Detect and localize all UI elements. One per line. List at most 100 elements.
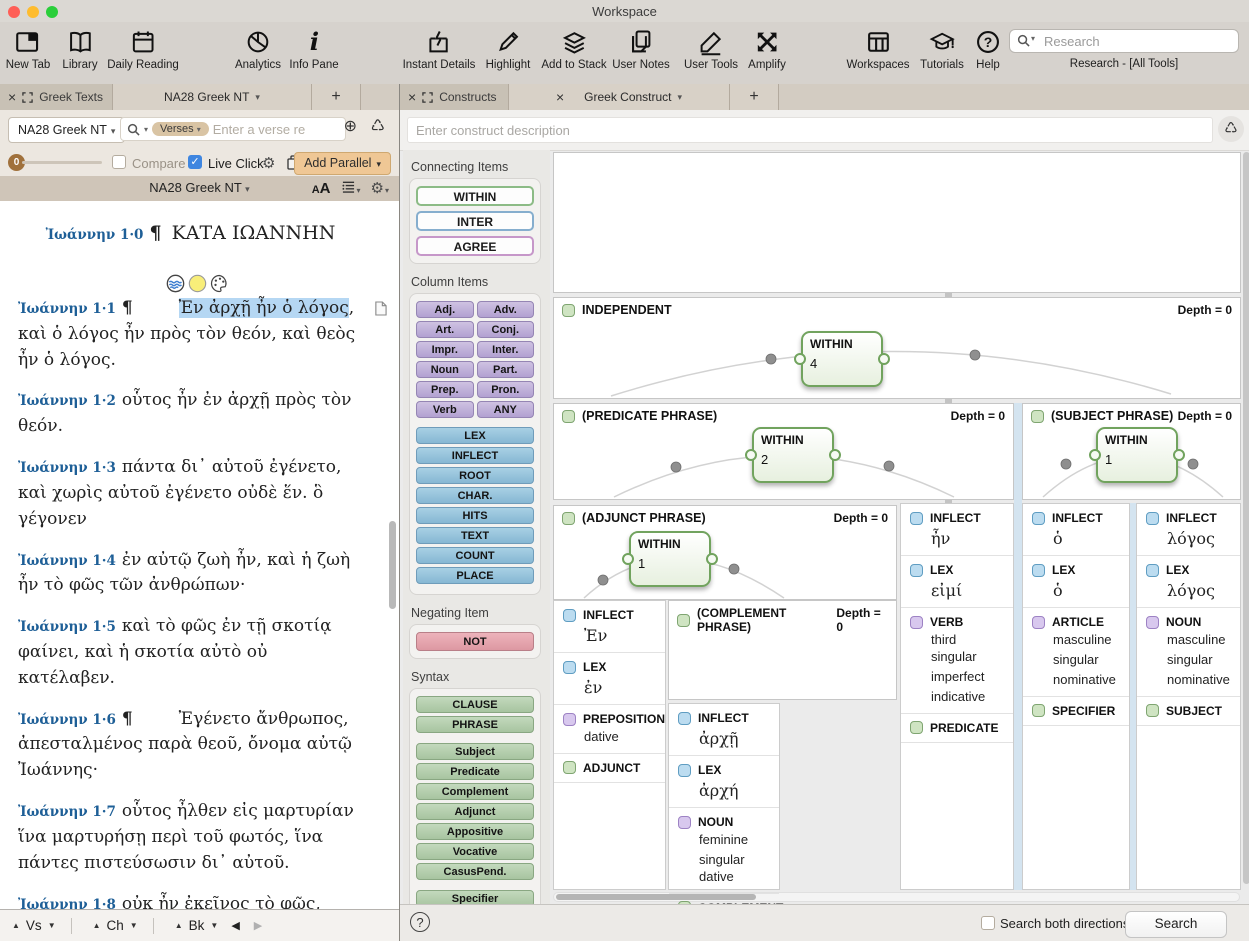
verse-ref[interactable]: Ἰωάννην 1·0 xyxy=(46,227,144,243)
compare-checkbox[interactable] xyxy=(112,155,126,169)
nav-verse-control[interactable]: ▲Vs▼ xyxy=(6,918,62,933)
construct-item-lex[interactable]: LEXλόγος xyxy=(1137,556,1240,608)
within-node[interactable]: WITHIN1 xyxy=(629,531,711,587)
down-triangle-icon[interactable]: ▼ xyxy=(210,921,218,930)
construct-item-adjunct[interactable]: ADJUNCT xyxy=(554,754,665,783)
update-icon[interactable]: ♺ xyxy=(371,119,385,135)
connection-point-dot[interactable] xyxy=(729,564,739,574)
within-node[interactable]: WITHIN1 xyxy=(1096,427,1178,483)
toolbar-item-help[interactable]: ?Help xyxy=(973,28,1003,71)
verse-ref[interactable]: Ἰωάννην 1·5 xyxy=(18,619,116,635)
construct-item-lex[interactable]: LEXεἰμί xyxy=(901,556,1013,608)
construct-item-inflect[interactable]: INFLECTἦν xyxy=(901,504,1013,556)
toolbar-item-tutorials[interactable]: Tutorials xyxy=(920,28,964,71)
construct-item-noun[interactable]: NOUNmasculinesingularnominative xyxy=(1137,608,1240,697)
connection-point-dot[interactable] xyxy=(598,575,608,585)
research-input[interactable] xyxy=(1042,31,1236,51)
yellow-highlight-icon[interactable] xyxy=(188,274,207,293)
add-parallel-button[interactable]: Add Parallel▾ xyxy=(294,152,391,175)
construct-item-inflect[interactable]: INFLECTἘν xyxy=(554,601,665,653)
expand-zone-icon[interactable] xyxy=(22,92,33,103)
independent-panel[interactable]: INDEPENDENT Depth = 0 WITHIN4 xyxy=(553,297,1241,399)
adjunct-phrase-panel[interactable]: (ADJUNCT PHRASE) Depth = 0 WITHIN1 xyxy=(553,505,897,600)
connection-point-dot[interactable] xyxy=(1188,459,1198,469)
toolbar-item-add-to-stack[interactable]: Add to Stack xyxy=(541,28,606,71)
down-triangle-icon[interactable]: ▼ xyxy=(48,921,56,930)
construct-item-inflect[interactable]: INFLECTλόγος xyxy=(1137,504,1240,556)
word-column-ho[interactable]: INFLECTὁLEXὁARTICLEmasculinesingularnomi… xyxy=(1022,503,1130,890)
construct-item-inflect[interactable]: INFLECTἀρχῇ xyxy=(669,704,779,756)
hits-slider-track[interactable] xyxy=(22,161,102,164)
verse-ref[interactable]: Ἰωάννην 1·4 xyxy=(18,553,116,569)
live-click-checkbox[interactable]: ✓ xyxy=(188,155,202,169)
text-module-selector[interactable]: NA28 Greek NT▾ xyxy=(8,117,125,143)
close-zone-icon[interactable]: × xyxy=(8,90,16,104)
node-port-right[interactable] xyxy=(706,553,718,565)
toolbar-item-analytics[interactable]: Analytics xyxy=(235,28,281,71)
verses-scope-pill[interactable]: Verses ▾ xyxy=(152,122,209,136)
verse-ref[interactable]: Ἰωάννην 1·2 xyxy=(18,393,116,409)
verse-ref[interactable]: Ἰωάννην 1·8 xyxy=(18,897,116,910)
up-triangle-icon[interactable]: ▲ xyxy=(175,921,183,930)
verse-ref[interactable]: Ἰωάννην 1·6 xyxy=(18,712,116,728)
construct-item-preposition[interactable]: PREPOSITIONdative xyxy=(554,705,665,754)
construct-item-lex[interactable]: LEXἀρχή xyxy=(669,756,779,808)
close-zone-icon[interactable]: × xyxy=(408,90,416,104)
toolbar-item-workspaces[interactable]: Workspaces xyxy=(846,28,909,71)
verse-search-input[interactable]: ▾ Verses ▾ Enter a verse re xyxy=(120,117,346,141)
tab-greek-construct[interactable]: × Greek Construct▾ xyxy=(508,84,730,110)
node-port-left[interactable] xyxy=(794,353,806,365)
toolbar-item-info-pane[interactable]: iInfo Pane xyxy=(289,28,338,71)
display-settings-icon[interactable]: ▾ xyxy=(341,180,361,196)
word-column-hn[interactable]: INFLECTἦνLEXεἰμίVERBthird singularimperf… xyxy=(900,503,1014,890)
user-note-icon[interactable] xyxy=(374,299,387,325)
text-scrollbar-thumb[interactable] xyxy=(389,521,396,609)
up-triangle-icon[interactable]: ▲ xyxy=(93,921,101,930)
font-size-icon[interactable]: AA xyxy=(312,180,331,197)
history-forward-icon[interactable]: ▶ xyxy=(254,919,262,932)
nav-chapter-control[interactable]: ▲Ch▼ xyxy=(87,918,144,933)
update-icon[interactable]: ♺ xyxy=(1218,116,1244,142)
research-search-box[interactable]: ▾ xyxy=(1009,29,1239,53)
toolbar-item-user-notes[interactable]: User Notes xyxy=(612,28,670,71)
tab-na28-greek-nt[interactable]: NA28 Greek NT▾ xyxy=(112,84,312,110)
help-icon[interactable]: ? xyxy=(410,912,430,932)
search-button[interactable]: Search xyxy=(1125,911,1227,938)
connection-point-dot[interactable] xyxy=(671,462,681,472)
construct-item-article[interactable]: ARTICLEmasculinesingularnominative xyxy=(1023,608,1129,697)
add-criteria-icon[interactable]: ⊕ xyxy=(344,119,357,135)
word-column-logos[interactable]: INFLECTλόγοςLEXλόγοςNOUNmasculinesingula… xyxy=(1136,503,1241,890)
canvas-hscrollbar-track[interactable] xyxy=(553,892,1240,902)
construct-top-row[interactable] xyxy=(553,152,1241,293)
palette-icon[interactable] xyxy=(210,274,229,293)
toolbar-item-instant-details[interactable]: Instant Details xyxy=(403,28,476,71)
nav-book-control[interactable]: ▲Bk▼ xyxy=(169,918,225,933)
toolbar-item-library[interactable]: Library xyxy=(62,28,97,71)
construct-item-verb[interactable]: VERBthird singularimperfectindicative xyxy=(901,608,1013,714)
construct-description-input[interactable] xyxy=(407,117,1213,143)
node-port-right[interactable] xyxy=(1173,449,1185,461)
node-port-right[interactable] xyxy=(878,353,890,365)
within-node[interactable]: WITHIN2 xyxy=(752,427,834,483)
node-port-left[interactable] xyxy=(1089,449,1101,461)
construct-item-inflect[interactable]: INFLECTὁ xyxy=(1023,504,1129,556)
expand-zone-icon[interactable] xyxy=(422,92,433,103)
greek-text-area[interactable]: Ἰωάννην 1·0¶ ΚΑΤΑ ΙΩΑΝΝΗΝ Ἰωάννην 1·1¶Ἐν… xyxy=(0,201,399,910)
construct-item-specifier[interactable]: SPECIFIER xyxy=(1023,697,1129,726)
canvas-vscrollbar-thumb[interactable] xyxy=(1243,152,1249,884)
search-both-directions-checkbox[interactable] xyxy=(981,916,995,930)
up-triangle-icon[interactable]: ▲ xyxy=(12,921,20,930)
node-port-left[interactable] xyxy=(622,553,634,565)
predicate-phrase-panel[interactable]: (PREDICATE PHRASE) Depth = 0 WITHIN2 xyxy=(553,403,1014,500)
subject-phrase-panel[interactable]: (SUBJECT PHRASE) Depth = 0 WITHIN1 xyxy=(1022,403,1241,500)
add-tab-button[interactable]: + xyxy=(730,84,779,110)
construct-item-noun[interactable]: NOUNfemininesingular dative xyxy=(669,808,779,894)
toolbar-item-new-tab[interactable]: New Tab xyxy=(6,28,51,71)
verse-ref[interactable]: Ἰωάννην 1·1 xyxy=(18,301,116,317)
toolbar-item-highlight[interactable]: Highlight xyxy=(486,28,531,71)
within-node[interactable]: WITHIN4 xyxy=(801,331,883,387)
connection-point-dot[interactable] xyxy=(884,461,894,471)
construct-item-lex[interactable]: LEXἐν xyxy=(554,653,665,705)
toolbar-item-user-tools[interactable]: User Tools xyxy=(684,28,738,71)
connection-point-dot[interactable] xyxy=(766,354,776,364)
